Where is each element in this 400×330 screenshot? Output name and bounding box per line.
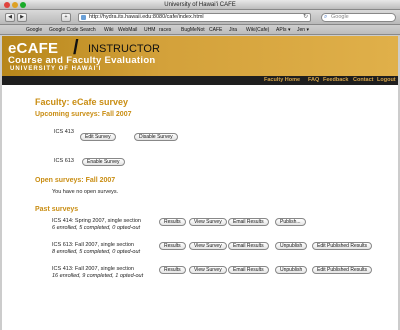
bookmark-wiki[interactable]: Wiki [104,25,113,35]
open-surveys-heading: Open surveys: Fall 2007 [35,177,116,184]
past-survey-2-stats: 8 enrolled, 5 completed, 0 opted-out [52,249,141,255]
search-icon: ⌕ [324,14,328,20]
close-window-button[interactable] [4,2,10,8]
minimize-window-button[interactable] [12,2,18,8]
browser-toolbar: ◀ ▶ + http://hydra.its.hawaii.edu:8080/c… [0,10,400,25]
bookmark-races[interactable]: races [159,25,171,35]
view-survey-button[interactable]: View Survey [189,218,227,226]
past-survey-1-title: ICS 414: Spring 2007, single section [52,218,141,224]
plus-icon: + [64,14,68,20]
edit-published-results-button[interactable]: Edit Published Results [312,266,373,274]
results-button[interactable]: Results [159,242,186,250]
results-button[interactable]: Results [159,218,186,226]
bookmark-apis-menu[interactable]: APIs ▾ [276,25,290,35]
unpublish-button[interactable]: Unpublish [275,266,308,274]
forward-button[interactable]: ▶ [17,13,27,22]
search-input[interactable]: ⌕ Google [321,13,396,22]
logo-university: UNIVERSITY OF HAWAI'I [10,66,102,72]
bookmark-jira[interactable]: Jira [229,25,237,35]
add-bookmark-button[interactable]: + [61,13,71,22]
search-placeholder: Google [331,14,349,20]
upcoming-course-ics413: ICS 413 [54,129,74,135]
edit-published-results-button[interactable]: Edit Published Results [312,242,373,250]
email-results-button[interactable]: Email Results [228,266,269,274]
logo-instructor: INSTRUCTOR [88,43,160,55]
past-survey-2-title: ICS 613: Fall 2007, single section [52,242,134,248]
disable-survey-button[interactable]: Disable Survey [134,133,178,141]
email-results-button[interactable]: Email Results [228,242,269,250]
enable-survey-button[interactable]: Enable Survey [82,158,125,166]
nav-faculty-home[interactable]: Faculty Home [264,76,300,85]
address-bar[interactable]: http://hydra.its.hawaii.edu:8080/cafe/in… [78,13,311,22]
bookmark-uhm[interactable]: UHM [144,25,155,35]
site-banner: eCAFE / INSTRUCTOR Course and Faculty Ev… [2,36,398,76]
back-button[interactable]: ◀ [5,13,15,22]
edit-survey-button[interactable]: Edit Survey [80,133,116,141]
results-button[interactable]: Results [159,266,186,274]
back-arrow-icon: ◀ [8,14,12,20]
past-surveys-heading: Past surveys [35,206,79,213]
view-survey-button[interactable]: View Survey [189,266,227,274]
window-title: University of Hawai'i CAFE [164,2,236,8]
bookmark-cafe[interactable]: CAFE [209,25,222,35]
upcoming-heading: Upcoming surveys: Fall 2007 [35,111,132,118]
bookmark-google[interactable]: Google [26,25,42,35]
zoom-window-button[interactable] [20,2,26,8]
nav-contact[interactable]: Contact [353,76,373,85]
upcoming-course-ics613: ICS 613 [54,158,74,164]
forward-arrow-icon: ▶ [20,14,24,20]
email-results-button[interactable]: Email Results [228,218,269,226]
past-survey-3-title: ICS 413: Fall 2007, single section [52,266,134,272]
view-survey-button[interactable]: View Survey [189,242,227,250]
past-survey-1-stats: 6 enrolled, 5 completed, 0 opted-out [52,225,141,231]
nav-faq[interactable]: FAQ [308,76,319,85]
main-content: Faculty: eCafe survey Upcoming surveys: … [2,85,398,330]
site-nav: Faculty Home FAQ Feedback Contact Logout [2,76,398,85]
page-title: Faculty: eCafe survey [35,97,129,107]
logo-course-evaluation: Course and Faculty Evaluation [8,55,156,66]
bookmark-jen-menu[interactable]: Jen ▾ [297,25,309,35]
site-favicon-icon [81,15,86,20]
past-survey-3-stats: 16 enrolled, 9 completed, 1 opted-out [52,273,144,279]
no-open-surveys-text: You have no open surveys. [52,189,119,195]
address-url: http://hydra.its.hawaii.edu:8080/cafe/in… [89,14,204,20]
bookmarks-bar: Google Google Code Search Wiki WebMail U… [0,25,400,35]
bookmark-wiki-cafe[interactable]: Wiki(Cafe) [246,25,269,35]
bookmark-webmail[interactable]: WebMail [118,25,137,35]
web-page: eCAFE / INSTRUCTOR Course and Faculty Ev… [2,36,398,330]
unpublish-button[interactable]: Unpublish [275,242,308,250]
nav-feedback[interactable]: Feedback [323,76,348,85]
publish-button[interactable]: Publish... [275,218,306,226]
bookmark-bugmenot[interactable]: BugMeNot [181,25,205,35]
nav-logout[interactable]: Logout [377,76,396,85]
window-titlebar: University of Hawai'i CAFE [0,0,400,10]
bookmark-google-code-search[interactable]: Google Code Search [49,25,96,35]
reload-icon[interactable]: ↻ [303,14,308,21]
